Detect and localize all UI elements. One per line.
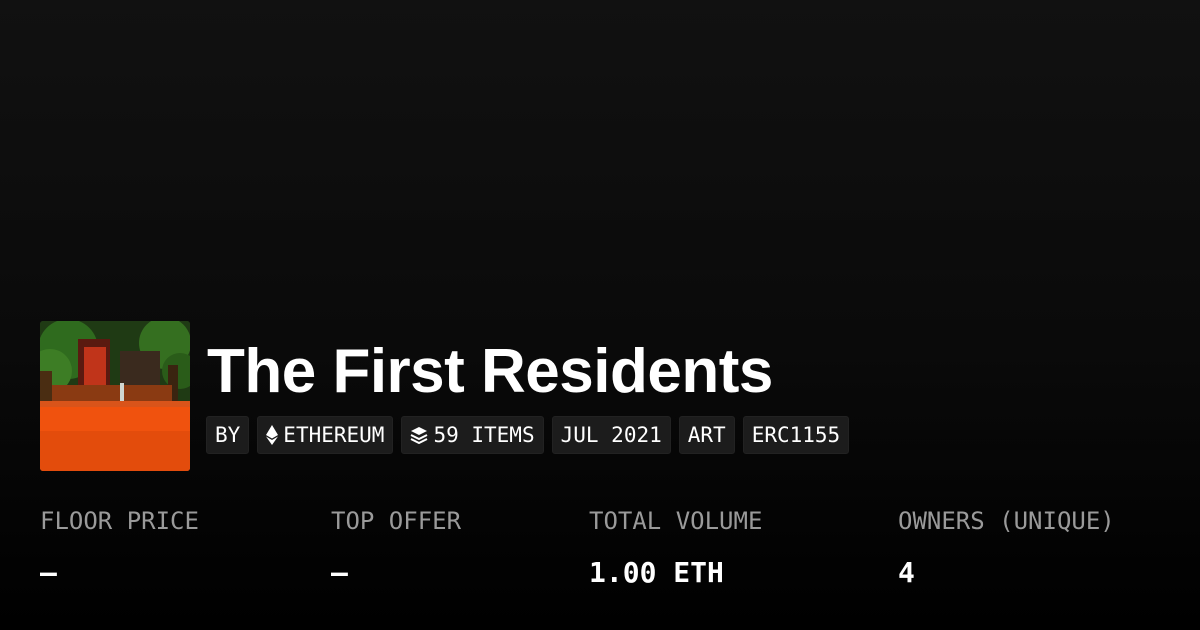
- chain-tag[interactable]: ETHEREUM: [257, 416, 394, 454]
- chain-tag-label: ETHEREUM: [283, 423, 385, 447]
- standard-tag[interactable]: ERC1155: [742, 416, 850, 454]
- date-tag[interactable]: JUL 2021: [551, 416, 671, 454]
- category-tag[interactable]: ART: [678, 416, 735, 454]
- stat-value: –: [331, 556, 348, 589]
- stat-value: 4: [898, 556, 915, 589]
- stat-value: 1.00 ETH: [589, 556, 724, 589]
- standard-tag-label: ERC1155: [751, 423, 841, 447]
- collection-title: The First Residents: [207, 337, 773, 406]
- items-tag-label: 59 ITEMS: [433, 423, 535, 447]
- stat-label: TOTAL VOLUME: [589, 507, 763, 535]
- creator-tag[interactable]: BY: [206, 416, 250, 454]
- ethereum-icon: [266, 425, 279, 445]
- category-tag-label: ART: [687, 423, 726, 447]
- items-tag[interactable]: 59 ITEMS: [401, 416, 544, 454]
- stat-top-offer: TOP OFFER –: [331, 504, 461, 590]
- creator-tag-label: BY: [215, 423, 241, 447]
- date-tag-label: JUL 2021: [560, 423, 662, 447]
- stat-label: TOP OFFER: [331, 507, 462, 535]
- collection-avatar[interactable]: [40, 321, 190, 471]
- collection-tags: BY ETHEREUM 59 ITEMS JUL 2021 ART ERC115…: [206, 416, 850, 454]
- stat-total-volume: TOTAL VOLUME 1.00 ETH: [589, 504, 762, 590]
- stat-floor-price: FLOOR PRICE –: [40, 504, 199, 590]
- stat-label: FLOOR PRICE: [40, 507, 199, 535]
- stat-label: OWNERS (UNIQUE): [898, 507, 1115, 535]
- layers-icon: [410, 426, 428, 444]
- stat-owners: OWNERS (UNIQUE) 4: [898, 504, 1115, 590]
- collection-avatar-image: [40, 321, 190, 471]
- stat-value: –: [40, 556, 57, 589]
